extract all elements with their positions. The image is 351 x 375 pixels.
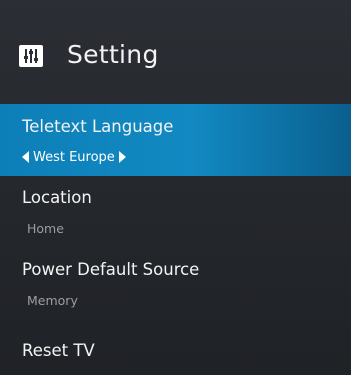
- menu-item-label: Location: [22, 188, 92, 207]
- sliders-icon: [19, 45, 43, 67]
- menu-item-label: Reset TV: [22, 341, 95, 360]
- menu-item-value: Memory: [27, 293, 78, 308]
- menu-item-value: Home: [27, 221, 64, 236]
- menu-item-label: Power Default Source: [22, 260, 200, 279]
- menu-item-reset-tv[interactable]: Reset TV: [0, 320, 351, 375]
- menu-item-location[interactable]: Location Home: [0, 176, 351, 248]
- arrow-left-icon[interactable]: [22, 151, 29, 163]
- menu-item-label: Teletext Language: [22, 117, 174, 136]
- page-title: Setting: [67, 40, 159, 69]
- arrow-right-icon[interactable]: [118, 151, 126, 163]
- value-selector[interactable]: West Europe: [22, 149, 126, 165]
- settings-panel: Setting Teletext Language West Europe Lo…: [0, 0, 351, 375]
- selector-value: West Europe: [33, 149, 115, 165]
- menu-item-teletext-language[interactable]: Teletext Language West Europe: [0, 104, 351, 176]
- settings-header: Setting: [0, 0, 351, 104]
- menu-item-power-default-source[interactable]: Power Default Source Memory: [0, 248, 351, 320]
